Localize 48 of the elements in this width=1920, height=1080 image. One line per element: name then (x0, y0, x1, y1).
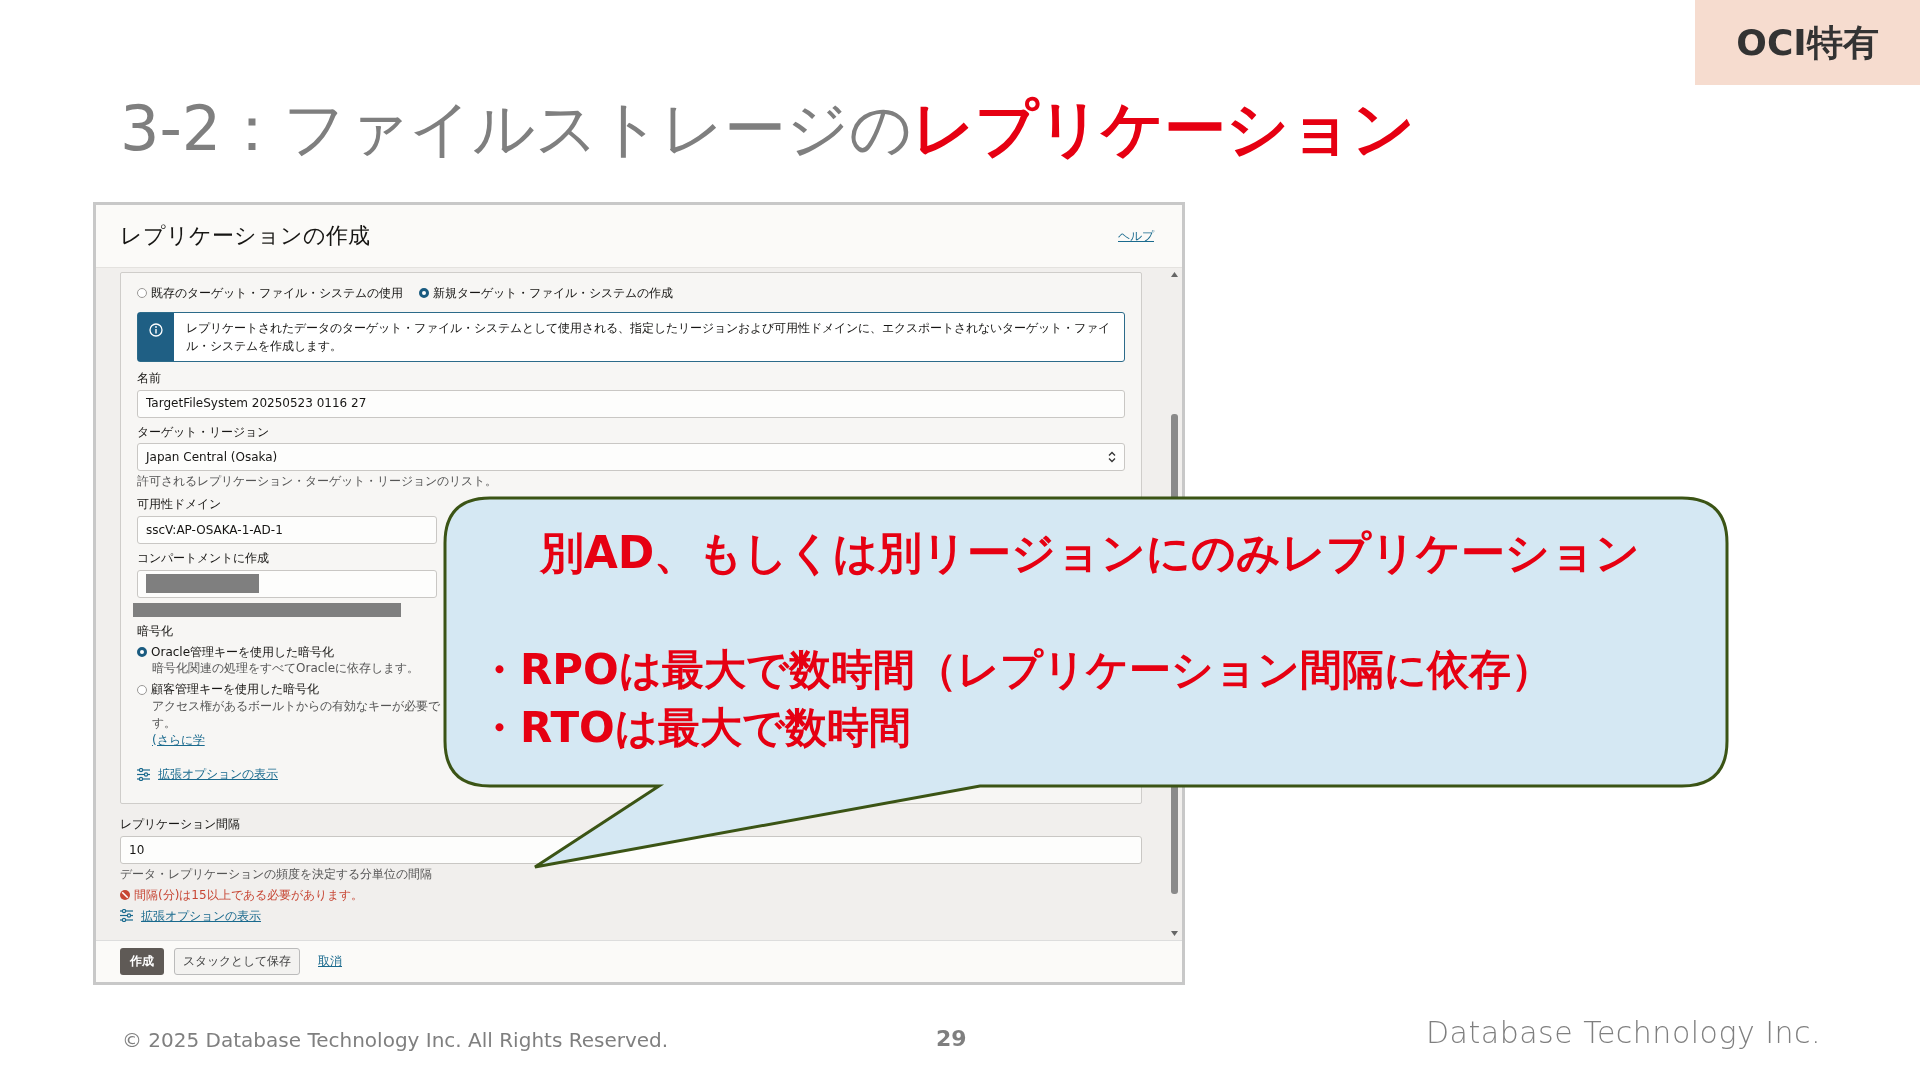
info-icon (149, 322, 163, 337)
radio-label[interactable]: 既存のターゲット・ファイル・システムの使用 (151, 285, 403, 302)
error-icon (120, 890, 130, 901)
scroll-down-icon (1170, 931, 1178, 936)
option-description: アクセス権があるボールトからの有効なキーが必要です。 (152, 697, 441, 732)
sliders-icon (120, 909, 133, 923)
callout-point: ・RPOは最大で数時間（レプリケーション間隔に依存） (478, 644, 1553, 696)
radio-label[interactable]: 顧客管理キーを使用した暗号化 (151, 681, 319, 698)
advanced-options-link[interactable]: 拡張オプションの表示 (158, 766, 278, 784)
radio-button[interactable] (137, 288, 147, 299)
slide-title: 3-2：ファイルストレージのレプリケーション (120, 92, 1416, 167)
copyright-text: © 2025 Database Technology Inc. All Rights Reserved. (122, 1027, 669, 1054)
tag-label: OCI特有 (1695, 0, 1920, 85)
company-logo: Database Technology Inc. (1426, 1014, 1822, 1052)
input-field[interactable]: TargetFileSystem 20250523 0116 27 (137, 389, 1125, 418)
option-description: 暗号化関連の処理をすべてOracleに依存します。 (152, 660, 421, 678)
select-field[interactable]: Japan Central (Osaka) (137, 443, 1125, 472)
radio-label[interactable]: Oracle管理キーを使用した暗号化 (151, 643, 335, 661)
callout-point: ・RTOは最大で数時間 (478, 702, 911, 754)
radio-button[interactable] (137, 684, 147, 695)
sliders-icon (137, 768, 150, 782)
field-hint: 許可されるレプリケーション・ターゲット・リージョンのリスト。 (137, 473, 497, 491)
field-label: コンパートメントに作成 (137, 550, 269, 567)
advanced-options-link[interactable]: 拡張オプションの表示 (141, 907, 261, 925)
input-field[interactable] (137, 569, 437, 598)
radio-button[interactable] (419, 288, 429, 299)
info-text: レプリケートされたデータのターゲット・ファイル・システムとして使用される、指定したリージョンおよび可用性ドメインに、エクスポートされないターゲット・ファイル・システムを作成します。 (185, 319, 1111, 355)
dialog-title: レプリケーションの作成 (120, 221, 370, 250)
up-down-chevron-icon (1108, 451, 1116, 464)
field-label: 名前 (137, 369, 161, 387)
save-as-stack-button[interactable]: スタックとして保存 (174, 948, 300, 975)
field-label: 可用性ドメイン (137, 496, 221, 513)
page-number: 29 (936, 1025, 967, 1053)
scroll-up-icon (1170, 272, 1178, 277)
radio-button[interactable] (137, 646, 147, 657)
callout-heading: 別AD、もしくは別リージョンにのみレプリケーション (538, 526, 1642, 580)
cancel-link[interactable]: 取消 (310, 949, 350, 974)
input-field[interactable]: sscV:AP-OSAKA-1-AD-1 (137, 516, 437, 544)
field-label: 暗号化 (137, 622, 173, 640)
error-message: 間隔(分)は15以上である必要があります。 (134, 886, 363, 904)
radio-label[interactable]: 新規ターゲット・ファイル・システムの作成 (433, 285, 673, 302)
input-field[interactable]: 10 (120, 835, 1142, 864)
create-button[interactable]: 作成 (120, 948, 164, 975)
field-hint: データ・レプリケーションの頻度を決定する分単位の間隔 (120, 865, 432, 883)
field-label: レプリケーション間隔 (120, 816, 240, 833)
field-label: ターゲット・リージョン (137, 423, 269, 441)
learn-more-link[interactable]: (さらに学 (152, 731, 205, 749)
help-link[interactable]: ヘルプ (1118, 227, 1154, 245)
